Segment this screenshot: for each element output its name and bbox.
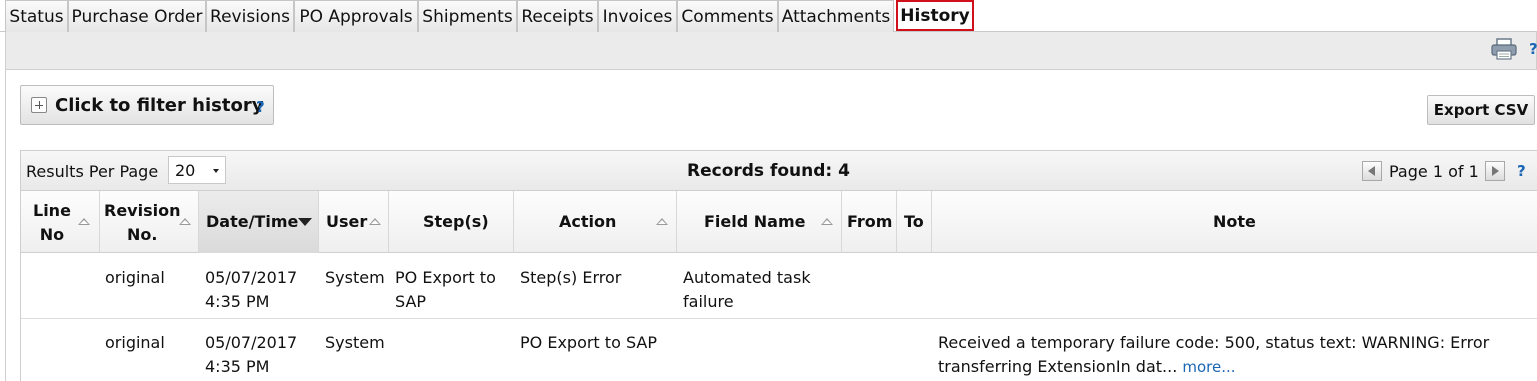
- results-per-page-value: 20: [175, 161, 196, 180]
- sort-asc-icon: [78, 218, 90, 225]
- sort-asc-icon: [369, 218, 381, 225]
- table-header: Line No Revision No. Date/Time User Step…: [21, 191, 1537, 253]
- cell-date: 05/07/2017: [205, 333, 298, 352]
- cell-field-name: Automated task failure: [683, 266, 811, 314]
- filter-history-button[interactable]: Click to filter history ?: [20, 85, 274, 125]
- cell-time: 4:35 PM: [205, 292, 270, 311]
- col-line-no-label-2: No: [39, 225, 65, 244]
- cell-note: Received a temporary failure code: 500, …: [938, 331, 1489, 379]
- col-to-label: To: [904, 212, 924, 231]
- printer-icon[interactable]: [1490, 37, 1518, 61]
- more-link[interactable]: more...: [1182, 358, 1235, 376]
- tab-bar: Status Purchase Order Revisions PO Appro…: [0, 0, 1537, 33]
- cell-steps: PO Export to SAP: [395, 266, 496, 314]
- col-datetime[interactable]: Date/Time: [199, 191, 319, 253]
- cell-revision: original: [105, 333, 165, 352]
- col-revision-no[interactable]: Revision No.: [100, 191, 199, 253]
- pager-help-icon[interactable]: ?: [1517, 162, 1526, 180]
- tab-shipments[interactable]: Shipments: [418, 0, 517, 33]
- export-csv-button[interactable]: Export CSV: [1427, 95, 1535, 125]
- cell-field-line-1: Automated task: [683, 268, 811, 287]
- filter-history-label: Click to filter history: [55, 95, 264, 116]
- col-user-label: User: [326, 212, 368, 231]
- col-line-no[interactable]: Line No: [21, 191, 100, 253]
- col-steps-label: Step(s): [423, 212, 489, 231]
- cell-revision: original: [105, 268, 165, 287]
- col-revision-label-1: Revision: [104, 201, 181, 220]
- plus-box-icon: [31, 97, 47, 113]
- col-action[interactable]: Action: [514, 191, 677, 253]
- col-action-label: Action: [559, 212, 617, 231]
- cell-action: PO Export to SAP: [520, 333, 657, 352]
- pager-bar: Results Per Page 20 Records found: 4 Pag…: [21, 151, 1537, 191]
- tab-po-approvals[interactable]: PO Approvals: [294, 0, 418, 33]
- help-icon[interactable]: ?: [1529, 40, 1537, 58]
- table-row[interactable]: original 05/07/2017 4:35 PM System PO Ex…: [21, 254, 1537, 319]
- col-line-no-label-1: Line: [33, 201, 71, 220]
- tab-revisions[interactable]: Revisions: [206, 0, 294, 33]
- sort-asc-icon: [179, 218, 191, 225]
- tab-purchase-order[interactable]: Purchase Order: [68, 0, 206, 33]
- cell-steps-line-2: SAP: [395, 292, 427, 311]
- cell-note-text: transferring ExtensionIn dat...: [938, 357, 1178, 376]
- cell-date: 05/07/2017: [205, 268, 298, 287]
- col-field-name[interactable]: Field Name: [677, 191, 842, 253]
- tab-invoices[interactable]: Invoices: [598, 0, 677, 33]
- cell-time: 4:35 PM: [205, 357, 270, 376]
- prev-page-button[interactable]: [1362, 161, 1382, 181]
- cell-action: Step(s) Error: [520, 268, 622, 287]
- cell-field-line-2: failure: [683, 292, 734, 311]
- tab-history[interactable]: History: [896, 0, 974, 31]
- sort-asc-icon: [656, 218, 668, 225]
- table-row[interactable]: original 05/07/2017 4:35 PM System PO Ex…: [21, 319, 1537, 381]
- cell-user: System: [325, 268, 385, 287]
- cell-note-line-2: transferring ExtensionIn dat... more...: [938, 355, 1489, 379]
- next-page-button[interactable]: [1485, 161, 1505, 181]
- results-per-page-select[interactable]: 20: [168, 156, 226, 184]
- toolbar-strip: [5, 32, 1537, 70]
- col-from-label: From: [847, 212, 893, 231]
- page-indicator: Page 1 of 1: [1389, 162, 1479, 181]
- col-from[interactable]: From: [842, 191, 897, 253]
- tab-comments[interactable]: Comments: [677, 0, 778, 33]
- col-steps[interactable]: Step(s): [389, 191, 514, 253]
- cell-user: System: [325, 333, 385, 352]
- tab-attachments[interactable]: Attachments: [778, 0, 894, 33]
- cell-steps-line-1: PO Export to: [395, 268, 496, 287]
- col-note[interactable]: Note: [932, 191, 1537, 253]
- tab-receipts[interactable]: Receipts: [517, 0, 598, 33]
- records-found: Records found: 4: [687, 161, 850, 181]
- col-note-label: Note: [1213, 212, 1256, 231]
- cell-datetime: 05/07/2017 4:35 PM: [205, 266, 297, 314]
- col-to[interactable]: To: [897, 191, 932, 253]
- filter-help-icon[interactable]: ?: [256, 98, 265, 116]
- results-table: Results Per Page 20 Records found: 4 Pag…: [20, 150, 1537, 381]
- results-per-page-label: Results Per Page: [26, 162, 159, 181]
- sort-asc-icon: [821, 218, 833, 225]
- col-revision-label-2: No.: [127, 225, 158, 244]
- chevron-down-icon: [213, 169, 219, 173]
- sort-desc-icon: [298, 218, 312, 226]
- col-field-name-label: Field Name: [704, 212, 806, 231]
- col-user[interactable]: User: [319, 191, 389, 253]
- cell-datetime: 05/07/2017 4:35 PM: [205, 331, 297, 379]
- cell-note-line-1: Received a temporary failure code: 500, …: [938, 333, 1490, 352]
- tab-status[interactable]: Status: [5, 0, 68, 33]
- col-datetime-label: Date/Time: [206, 212, 299, 231]
